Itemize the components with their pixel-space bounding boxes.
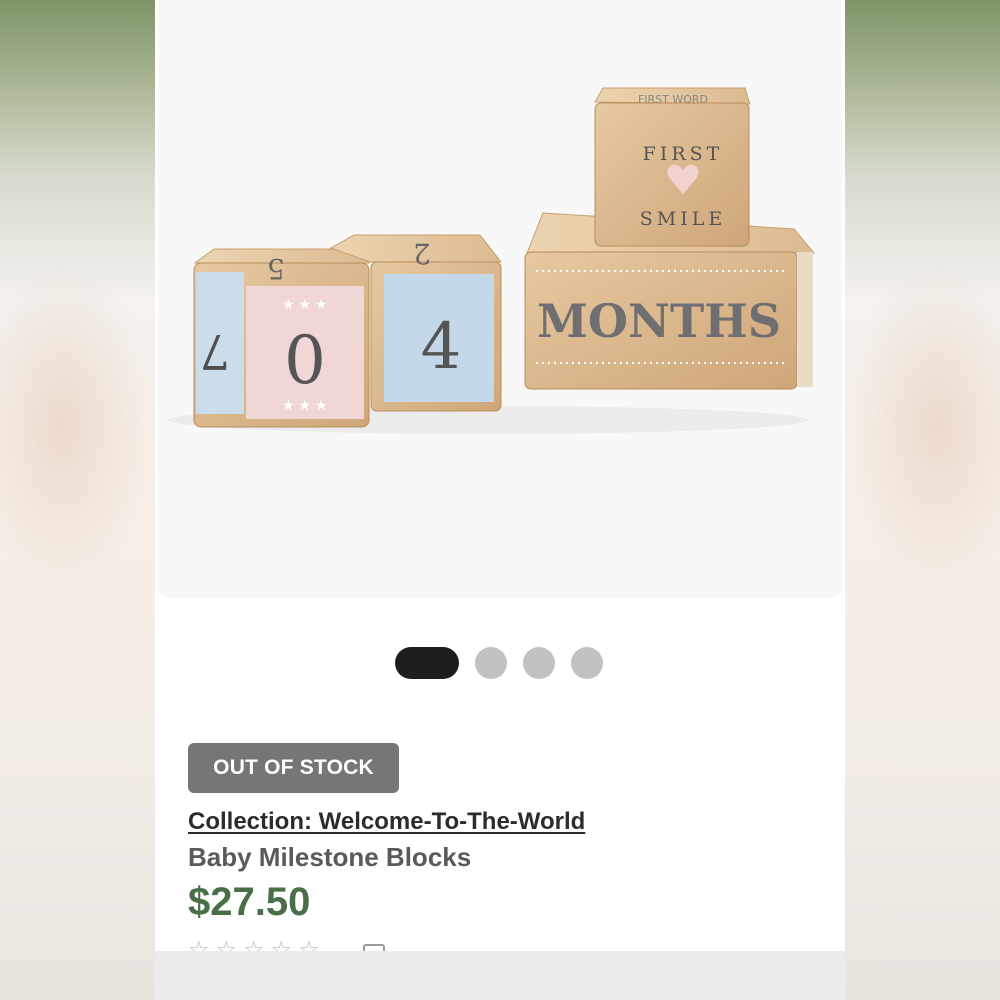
background-glow-right xyxy=(845,260,1000,590)
product-page: 7 0 5 ★ ★ ★ ★ ★ ★ 4 2 MONTHS FIRST WORD … xyxy=(155,0,845,1000)
block-number-7: 7 xyxy=(200,323,231,379)
block-number-2: 2 xyxy=(413,237,431,270)
product-title: Baby Milestone Blocks xyxy=(188,842,472,872)
block-number-0: 0 xyxy=(284,322,326,399)
carousel-dot-3[interactable] xyxy=(523,647,555,679)
star-decoration: ★ ★ ★ xyxy=(282,296,327,312)
product-photo: 7 0 5 ★ ★ ★ ★ ★ ★ 4 2 MONTHS FIRST WORD … xyxy=(168,87,816,434)
background-glow-left xyxy=(0,260,155,590)
bottom-toolbar xyxy=(155,951,845,1000)
carousel-dot-4[interactable] xyxy=(571,647,603,679)
block-first-smile: FIRST WORD FIRST SMILE xyxy=(594,87,751,247)
out-of-stock-badge: OUT OF STOCK xyxy=(188,743,399,793)
carousel-pagination xyxy=(395,646,603,680)
block-number-4: 4 xyxy=(421,310,462,384)
smile-text: SMILE xyxy=(640,208,726,230)
carousel-dot-2[interactable] xyxy=(475,647,507,679)
carousel-dot-1[interactable] xyxy=(395,647,459,679)
block-cube-1: 7 0 5 ★ ★ ★ ★ ★ ★ xyxy=(193,248,370,428)
first-text: FIRST xyxy=(643,143,724,165)
block-months-text: MONTHS xyxy=(537,294,781,348)
collection-link[interactable]: Collection: Welcome-To-The-World xyxy=(188,808,585,836)
product-image-carousel[interactable]: 7 0 5 ★ ★ ★ ★ ★ ★ 4 2 MONTHS FIRST WORD … xyxy=(158,0,842,598)
product-price: $27.50 xyxy=(188,880,311,924)
star-decoration: ★ ★ ★ xyxy=(282,397,327,413)
block-number-5: 5 xyxy=(267,252,285,285)
